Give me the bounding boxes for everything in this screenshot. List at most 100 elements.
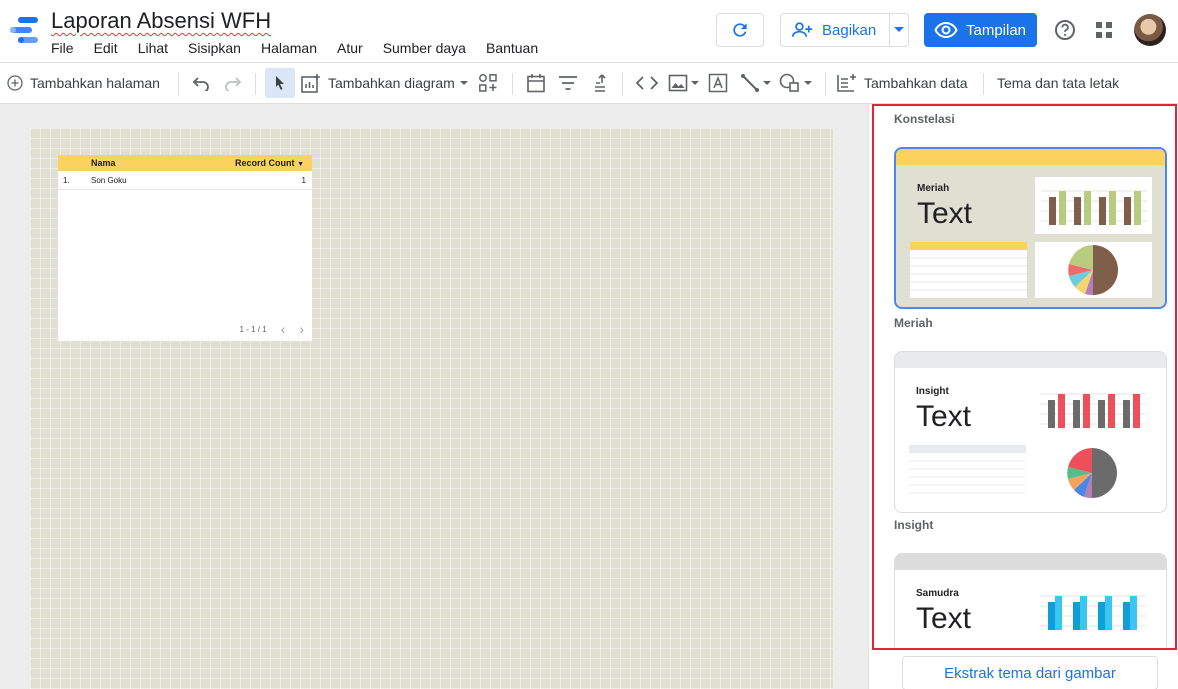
menu-arrange[interactable]: Atur [337,40,363,56]
toolbar-divider [825,73,826,95]
column-header-nama[interactable]: Nama [91,158,116,168]
menu-bar: File Edit Lihat Sisipkan Halaman Atur Su… [51,40,558,56]
refresh-button[interactable] [716,13,764,47]
row-name: Son Goku [91,175,127,185]
share-label: Bagikan [822,21,877,39]
caret-down-icon [459,80,468,85]
table-pager: 1 - 1 / 1 ‹ › [240,321,304,337]
add-data-button[interactable]: Tambahkan data [836,63,968,103]
community-viz-button[interactable] [478,63,498,103]
add-person-icon [791,22,813,37]
add-data-icon [837,74,856,92]
filter-control-button[interactable] [558,63,578,103]
undo-button[interactable] [192,63,210,103]
add-chart-button[interactable]: Tambahkan diagram [300,63,468,103]
line-icon [741,74,759,92]
redo-button[interactable] [224,63,242,103]
theme-layout-label: Tema dan tata letak [997,75,1120,91]
embed-url-button[interactable] [636,63,658,103]
theme-pie-chart-preview [1035,242,1152,298]
app-header: Laporan Absensi WFH File Edit Lihat Sisi… [0,0,1178,62]
share-main[interactable]: Bagikan [781,14,891,46]
theme-panel: Konstelasi Meriah Text Meriah Insight Te… [868,104,1178,689]
view-mode-button[interactable]: Tampilan [924,13,1037,47]
eye-icon [934,21,958,39]
refresh-icon [733,23,747,37]
menu-page[interactable]: Halaman [261,40,317,56]
theme-name-insight: Insight [894,518,934,532]
theme-bar-chart-preview [1040,595,1146,630]
share-dropdown-caret[interactable] [890,27,908,33]
add-chart-label: Tambahkan diagram [328,75,455,91]
apps-grid-icon[interactable] [1095,21,1113,39]
undo-icon [192,77,209,91]
table-chart[interactable]: Nama Record Count ▼ 1. Son Goku 1 1 - 1 … [58,155,312,341]
menu-insert[interactable]: Sisipkan [188,40,241,56]
caret-down-icon [894,27,905,32]
help-icon[interactable] [1054,19,1076,41]
menu-resource[interactable]: Sumber daya [383,40,466,56]
theme-header-bar [896,149,1165,165]
prev-page-icon[interactable]: ‹ [281,321,286,337]
add-circle-icon [7,75,23,91]
sort-desc-icon: ▼ [297,161,304,168]
toolbar-divider [622,73,623,95]
text-box-button[interactable] [708,63,728,103]
share-button[interactable]: Bagikan [780,13,909,47]
theme-table-preview [909,445,1026,494]
column-header-record-count[interactable]: Record Count ▼ [235,158,304,168]
calendar-icon [527,74,545,93]
row-index: 1. [63,175,70,185]
theme-sample-text: Text [916,602,972,635]
cursor-arrow-icon [276,76,284,90]
shapes-grid-icon [479,74,497,92]
add-page-button[interactable]: Tambahkan halaman [7,63,160,103]
next-page-icon[interactable]: › [299,321,304,337]
add-page-label: Tambahkan halaman [30,75,160,91]
record-count-label: Record Count [235,158,295,168]
shape-tool-button[interactable] [779,63,812,103]
theme-list[interactable]: Konstelasi Meriah Text Meriah Insight Te… [872,104,1177,650]
toolbar-divider [512,73,513,95]
theme-header-bar [895,352,1166,368]
report-canvas[interactable]: Nama Record Count ▼ 1. Son Goku 1 1 - 1 … [30,128,833,689]
menu-edit[interactable]: Edit [94,40,118,56]
pager-text: 1 - 1 / 1 [239,324,267,334]
add-chart-icon [301,74,320,93]
line-tool-button[interactable] [740,63,771,103]
extract-theme-button[interactable]: Ekstrak tema dari gambar [902,656,1158,689]
report-title[interactable]: Laporan Absensi WFH [51,8,271,34]
theme-header-bar [895,554,1166,570]
theme-bar-chart-preview [1035,177,1152,234]
add-data-label: Tambahkan data [864,75,968,91]
data-studio-logo-icon[interactable] [8,16,40,44]
app: Laporan Absensi WFH File Edit Lihat Sisi… [0,0,1178,689]
menu-help[interactable]: Bantuan [486,40,538,56]
theme-card-meriah[interactable]: Meriah Text [894,147,1167,309]
theme-table-preview [910,242,1027,298]
theme-sample-text: Text [917,197,973,230]
data-control-button[interactable] [590,63,610,103]
theme-card-insight[interactable]: Insight Text [894,351,1167,513]
report-workspace: Nama Record Count ▼ 1. Son Goku 1 1 - 1 … [0,104,868,689]
theme-card-samudra[interactable]: Samudra Text [894,553,1167,648]
filter-lines-icon [559,76,577,90]
select-tool-button[interactable] [265,68,295,98]
theme-name-meriah: Meriah [894,316,933,330]
caret-down-icon [763,80,771,85]
menu-file[interactable]: File [51,40,74,56]
image-icon [668,74,688,92]
redo-icon [225,77,242,91]
theme-sample-title: Meriah [917,183,950,194]
table-header: Nama Record Count ▼ [58,155,312,171]
theme-sample-title: Insight [916,386,949,397]
theme-layout-button[interactable]: Tema dan tata letak [997,63,1119,103]
menu-view[interactable]: Lihat [138,40,168,56]
sort-arrows-icon [595,74,606,92]
toolbar-divider [178,73,179,95]
date-range-button[interactable] [526,63,546,103]
theme-bar-chart-preview [1040,393,1146,428]
image-button[interactable] [668,63,699,103]
theme-sample-title: Samudra [916,588,959,599]
avatar[interactable] [1134,14,1166,46]
